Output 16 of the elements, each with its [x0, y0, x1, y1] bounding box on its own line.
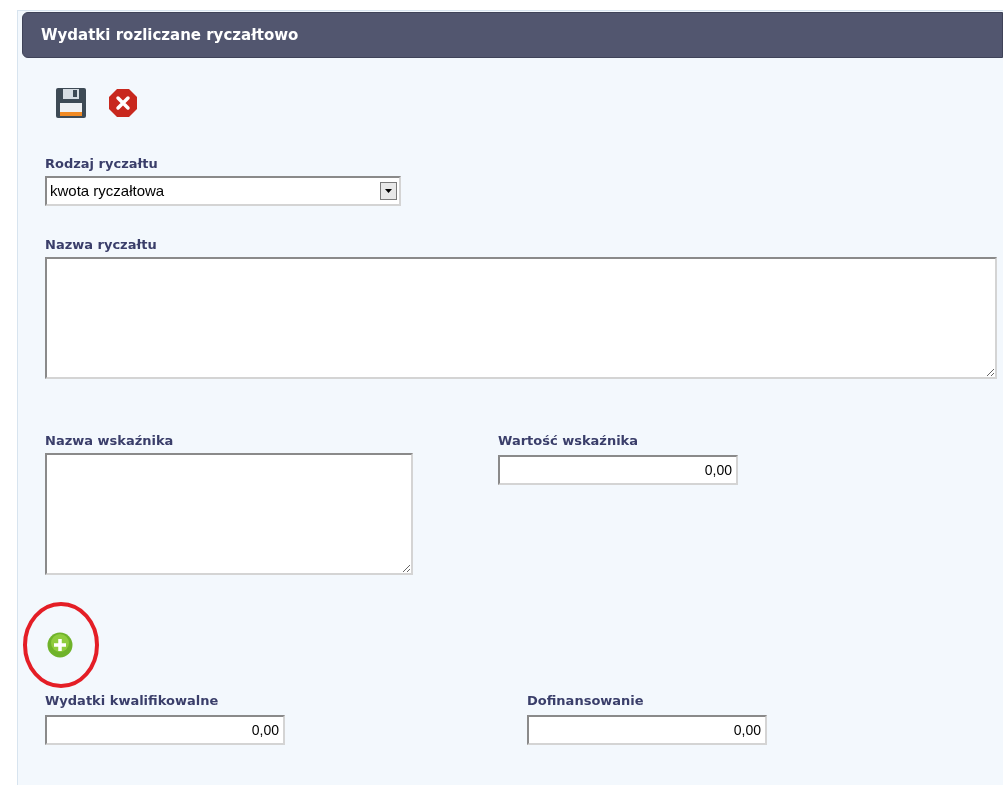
add-icon[interactable] [47, 632, 73, 658]
field-label: Wydatki kwalifikowalne [45, 692, 220, 709]
text-area[interactable] [45, 453, 413, 575]
field-label: Nazwa wskaźnika [45, 432, 175, 449]
save-icon[interactable] [55, 87, 87, 119]
field-label: Rodzaj ryczałtu [45, 155, 159, 172]
field-label: Wartość wskaźnika [498, 432, 640, 449]
cancel-icon[interactable] [108, 88, 138, 118]
dropdown[interactable]: kwota ryczałtowa [45, 176, 401, 206]
input-field[interactable]: 0,00 [498, 455, 738, 485]
caret-icon[interactable] [380, 182, 397, 200]
field-label: Dofinansowanie [527, 692, 645, 709]
input-field[interactable]: 0,00 [45, 715, 285, 745]
input-field[interactable]: 0,00 [527, 715, 767, 745]
field-label: Nazwa ryczałtu [45, 236, 158, 253]
panel-header: Wydatki rozliczane ryczałtowo [22, 12, 1003, 58]
